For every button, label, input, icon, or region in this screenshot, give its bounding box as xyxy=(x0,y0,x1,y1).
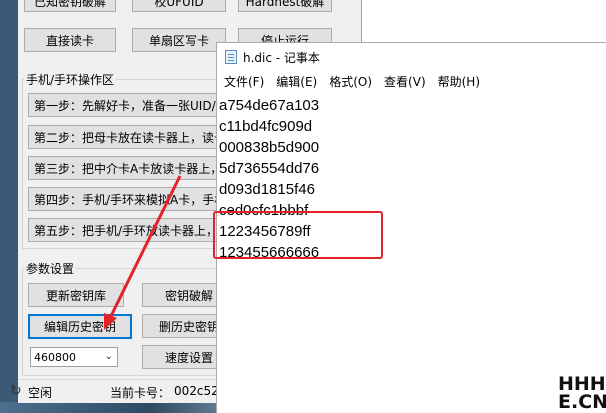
arrow-head-icon xyxy=(104,313,117,330)
arrow-shaft xyxy=(108,175,182,319)
annotation-arrow xyxy=(104,175,182,330)
watermark: HHH E.CN xyxy=(558,375,606,413)
watermark-line-2: E.CN xyxy=(558,391,606,413)
